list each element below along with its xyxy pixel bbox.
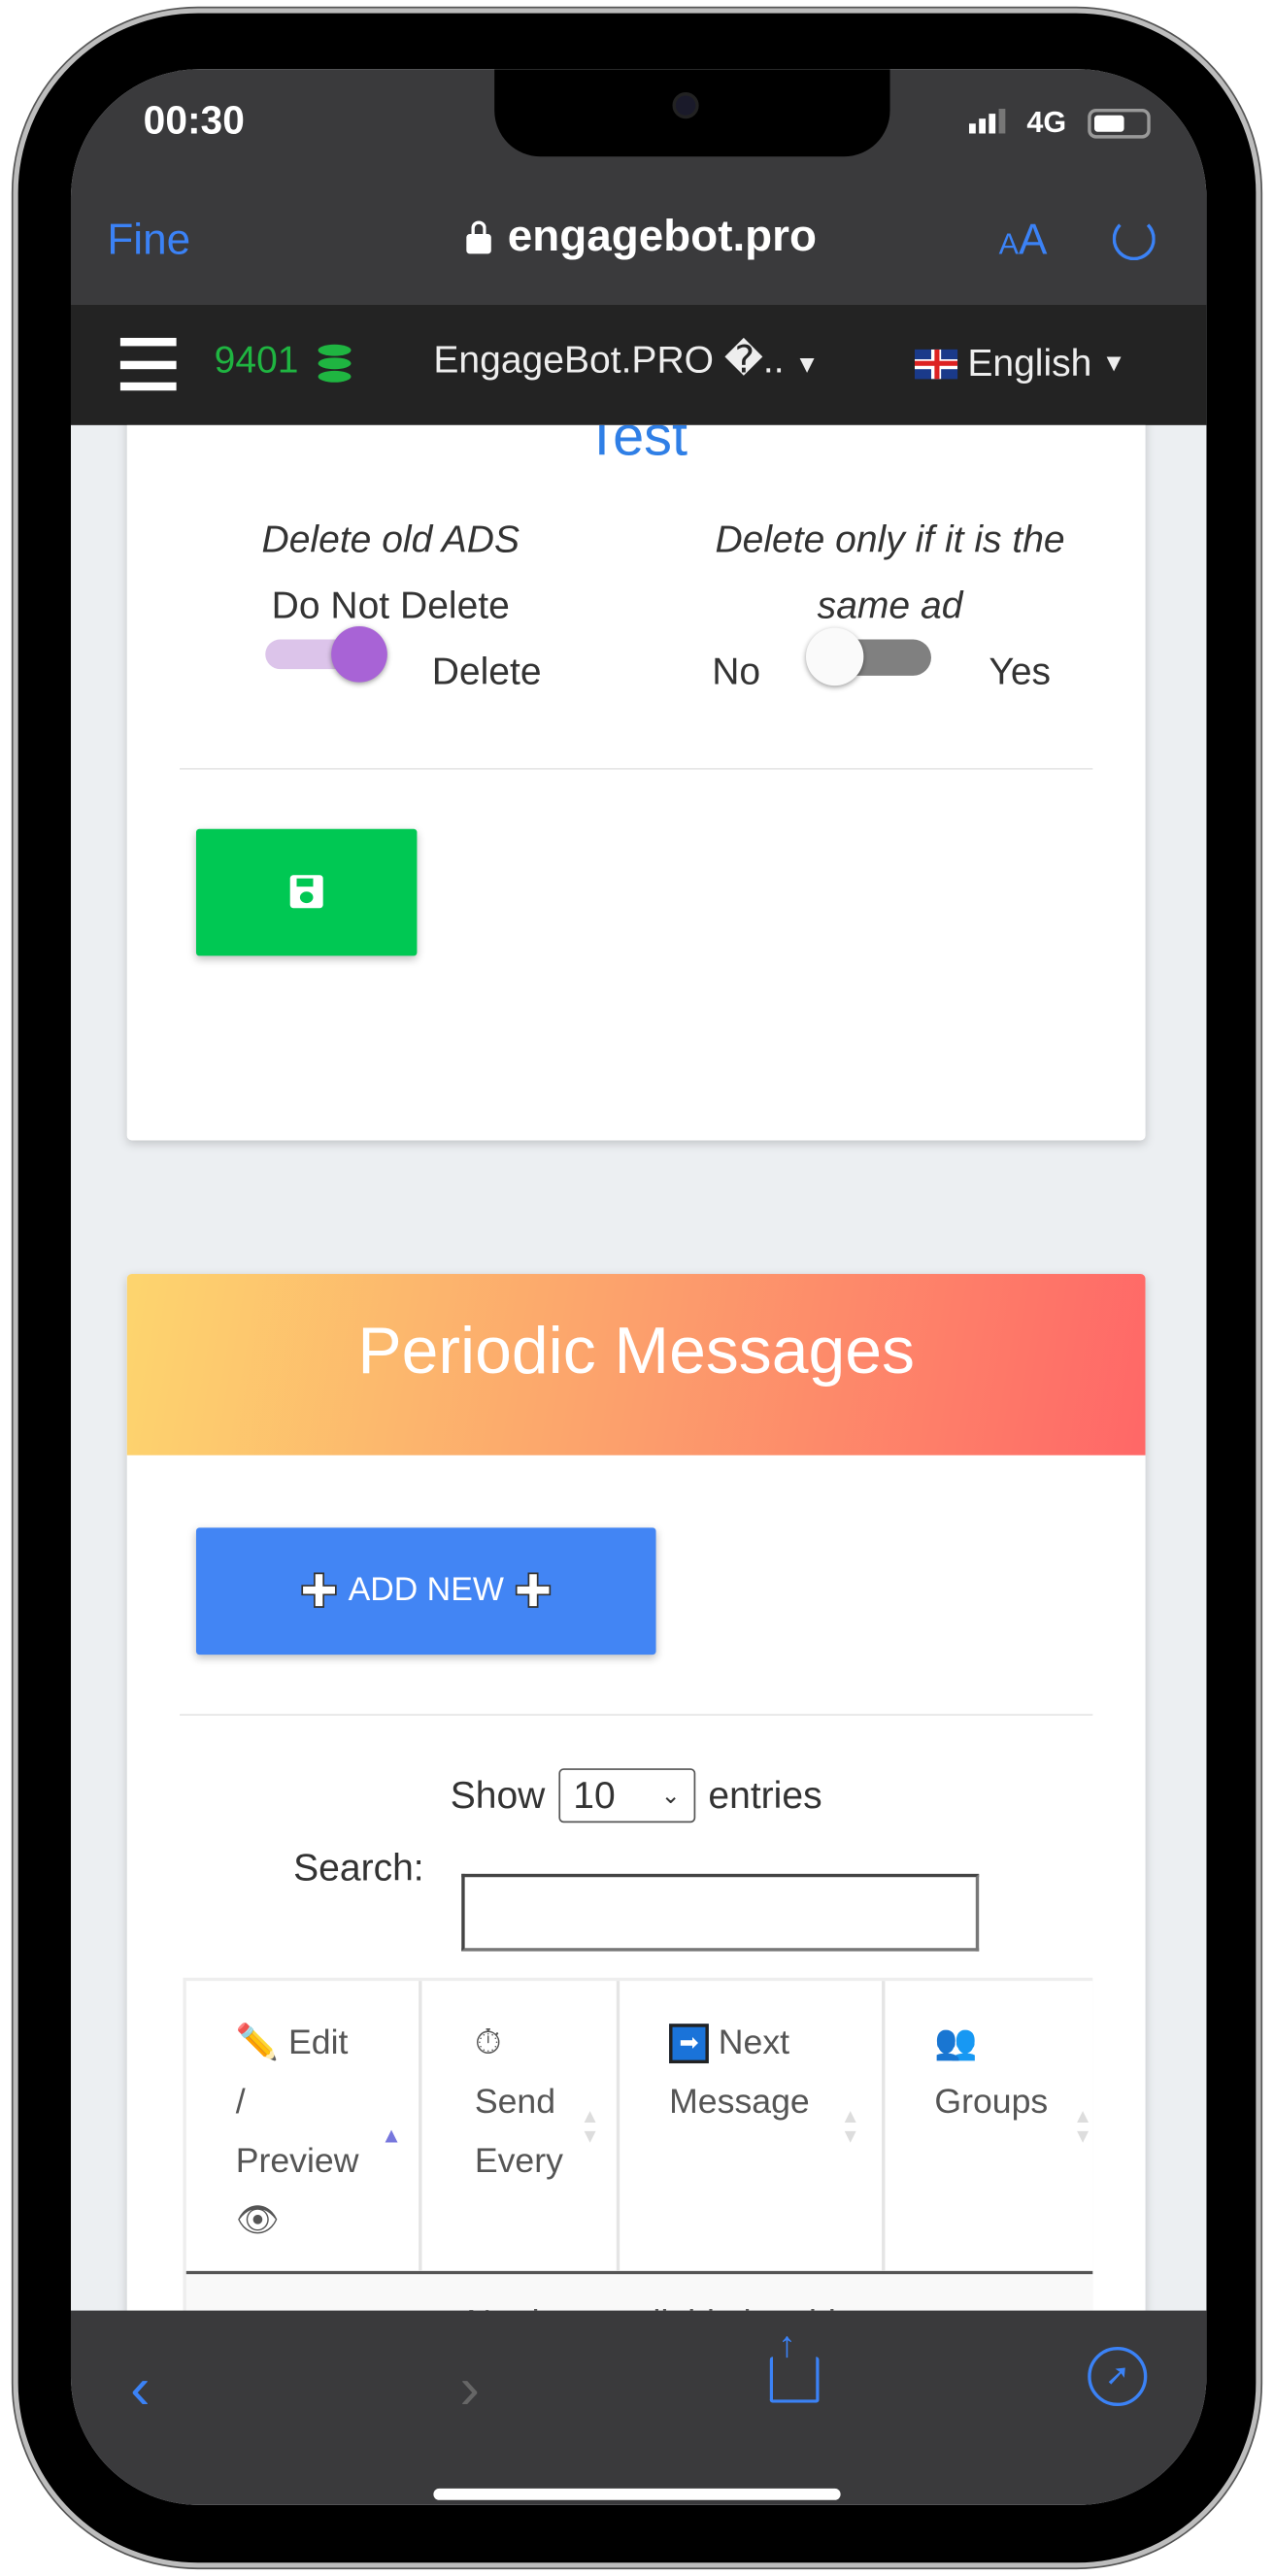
account-dropdown[interactable]: EngageBot.PRO �.. ▼ [433, 338, 819, 383]
search-label: Search: [293, 1845, 424, 1890]
column-groups[interactable]: 👥 Groups ▲ ▼ [885, 1981, 1092, 2271]
column-label: Next [718, 2024, 790, 2062]
save-icon [289, 875, 323, 909]
plus-icon: ✚ [513, 1565, 553, 1618]
delete-same-ad-label-1: Delete only if it is the [715, 517, 1065, 561]
notch [494, 69, 890, 157]
url-bar[interactable]: engagebot.pro [466, 211, 817, 262]
pencil-icon: ✏️ [235, 2024, 280, 2062]
home-indicator [433, 2488, 841, 2500]
caret-down-icon: ▼ [1101, 349, 1126, 378]
eye-icon: 👁 [235, 2201, 280, 2240]
caret-down-icon: ▼ [794, 351, 820, 380]
sort-asc-icon: ▲ [381, 2123, 402, 2148]
share-icon[interactable]: ↑ [769, 2324, 820, 2403]
coins-icon [318, 338, 354, 385]
language-dropdown[interactable]: English ▼ [915, 341, 1126, 385]
ads-settings-card: Test Delete old ADS Do Not Delete Delete… [126, 424, 1146, 1141]
add-new-button[interactable]: ✚ ADD NEW ✚ [195, 1527, 656, 1656]
sort-icon: ▲ ▼ [840, 2104, 860, 2148]
forward-icon[interactable]: › [460, 2354, 480, 2423]
url-text: engagebot.pro [507, 211, 818, 261]
groups-icon: 👥 [934, 2024, 978, 2062]
back-icon[interactable]: ‹ [130, 2354, 150, 2423]
column-send-every[interactable]: ⏱ Send Every ▲ ▼ [422, 1981, 620, 2271]
delete-old-ads-on-label: Delete [431, 649, 542, 692]
page-content: Test Delete old ADS Do Not Delete Delete… [70, 424, 1207, 2311]
column-label: Groups [934, 2083, 1049, 2122]
card-header-title: Periodic Messages [357, 1315, 915, 1388]
column-next-message[interactable]: ➡ Next Message ▲ ▼ [620, 1981, 886, 2271]
reload-icon[interactable] [1112, 217, 1156, 261]
plus-icon: ✚ [299, 1565, 340, 1618]
phone-screen: 00:30 4G Fine engagebot.pro AA 9401 Enga… [70, 69, 1207, 2505]
delete-old-ads-toggle[interactable] [265, 625, 388, 683]
delete-same-ad-label-2: same ad [817, 583, 963, 626]
periodic-messages-card: Periodic Messages ✚ ADD NEW ✚ Show 10 ⌄ ent… [126, 1274, 1146, 2311]
table-header-row: ✏️ Edit / Preview 👁 ▲ ⏱ Send Every ▲ ▼ ➡ … [185, 1981, 1093, 2275]
status-time: 00:30 [143, 98, 245, 144]
account-name: EngageBot.PRO �.. [433, 337, 785, 382]
divider [180, 767, 1093, 770]
language-label: English [967, 341, 1092, 385]
done-button[interactable]: Fine [107, 215, 190, 266]
sort-icon: ▲ ▼ [580, 2104, 600, 2148]
chevron-down-icon: ⌄ [660, 1781, 681, 1808]
site-navbar: 9401 EngageBot.PRO �.. ▼ English ▼ [70, 305, 1207, 425]
stopwatch-icon: ⏱ [474, 2024, 502, 2062]
delete-same-ad-off-label: No [712, 649, 761, 692]
messages-table: ✏️ Edit / Preview 👁 ▲ ⏱ Send Every ▲ ▼ ➡ … [183, 1977, 1093, 2311]
page-size-select[interactable]: 10 ⌄ [557, 1768, 695, 1823]
hamburger-menu-icon[interactable] [119, 337, 177, 391]
delete-old-ads-off-label: Do Not Delete [271, 583, 510, 626]
delete-same-ad-toggle[interactable] [805, 627, 931, 686]
save-button[interactable] [195, 828, 418, 956]
entries-label: entries [708, 1773, 822, 1817]
network-type: 4G [1026, 105, 1067, 139]
signal-icon [969, 109, 1006, 134]
delete-old-ads-label: Delete old ADS [261, 517, 520, 561]
card-title: Test [585, 424, 688, 469]
page-size-value: 10 [573, 1773, 616, 1817]
credits-count: 9401 [214, 337, 299, 382]
column-label: Edit [288, 2024, 349, 2062]
battery-icon [1088, 109, 1151, 139]
text-size-button[interactable]: AA [999, 215, 1048, 266]
search-input[interactable] [461, 1873, 980, 1952]
page-size-control: Show 10 ⌄ entries [127, 1768, 1146, 1823]
browser-bottom-bar: ‹ › ↑ ➚ [70, 2310, 1207, 2505]
empty-row: No data available in table [185, 2274, 1093, 2311]
add-new-label: ADD NEW [348, 1572, 504, 1609]
uk-flag-icon [915, 348, 958, 379]
delete-same-ad-on-label: Yes [989, 649, 1052, 692]
lock-icon [466, 219, 491, 253]
card-header: Periodic Messages [126, 1274, 1146, 1455]
arrow-right-icon: ➡ [669, 2024, 709, 2064]
compass-icon[interactable]: ➚ [1088, 2346, 1148, 2407]
column-edit-preview[interactable]: ✏️ Edit / Preview 👁 ▲ [186, 1981, 422, 2271]
sort-icon: ▲ ▼ [1072, 2104, 1093, 2148]
divider [180, 1714, 1093, 1716]
show-label: Show [450, 1773, 546, 1817]
